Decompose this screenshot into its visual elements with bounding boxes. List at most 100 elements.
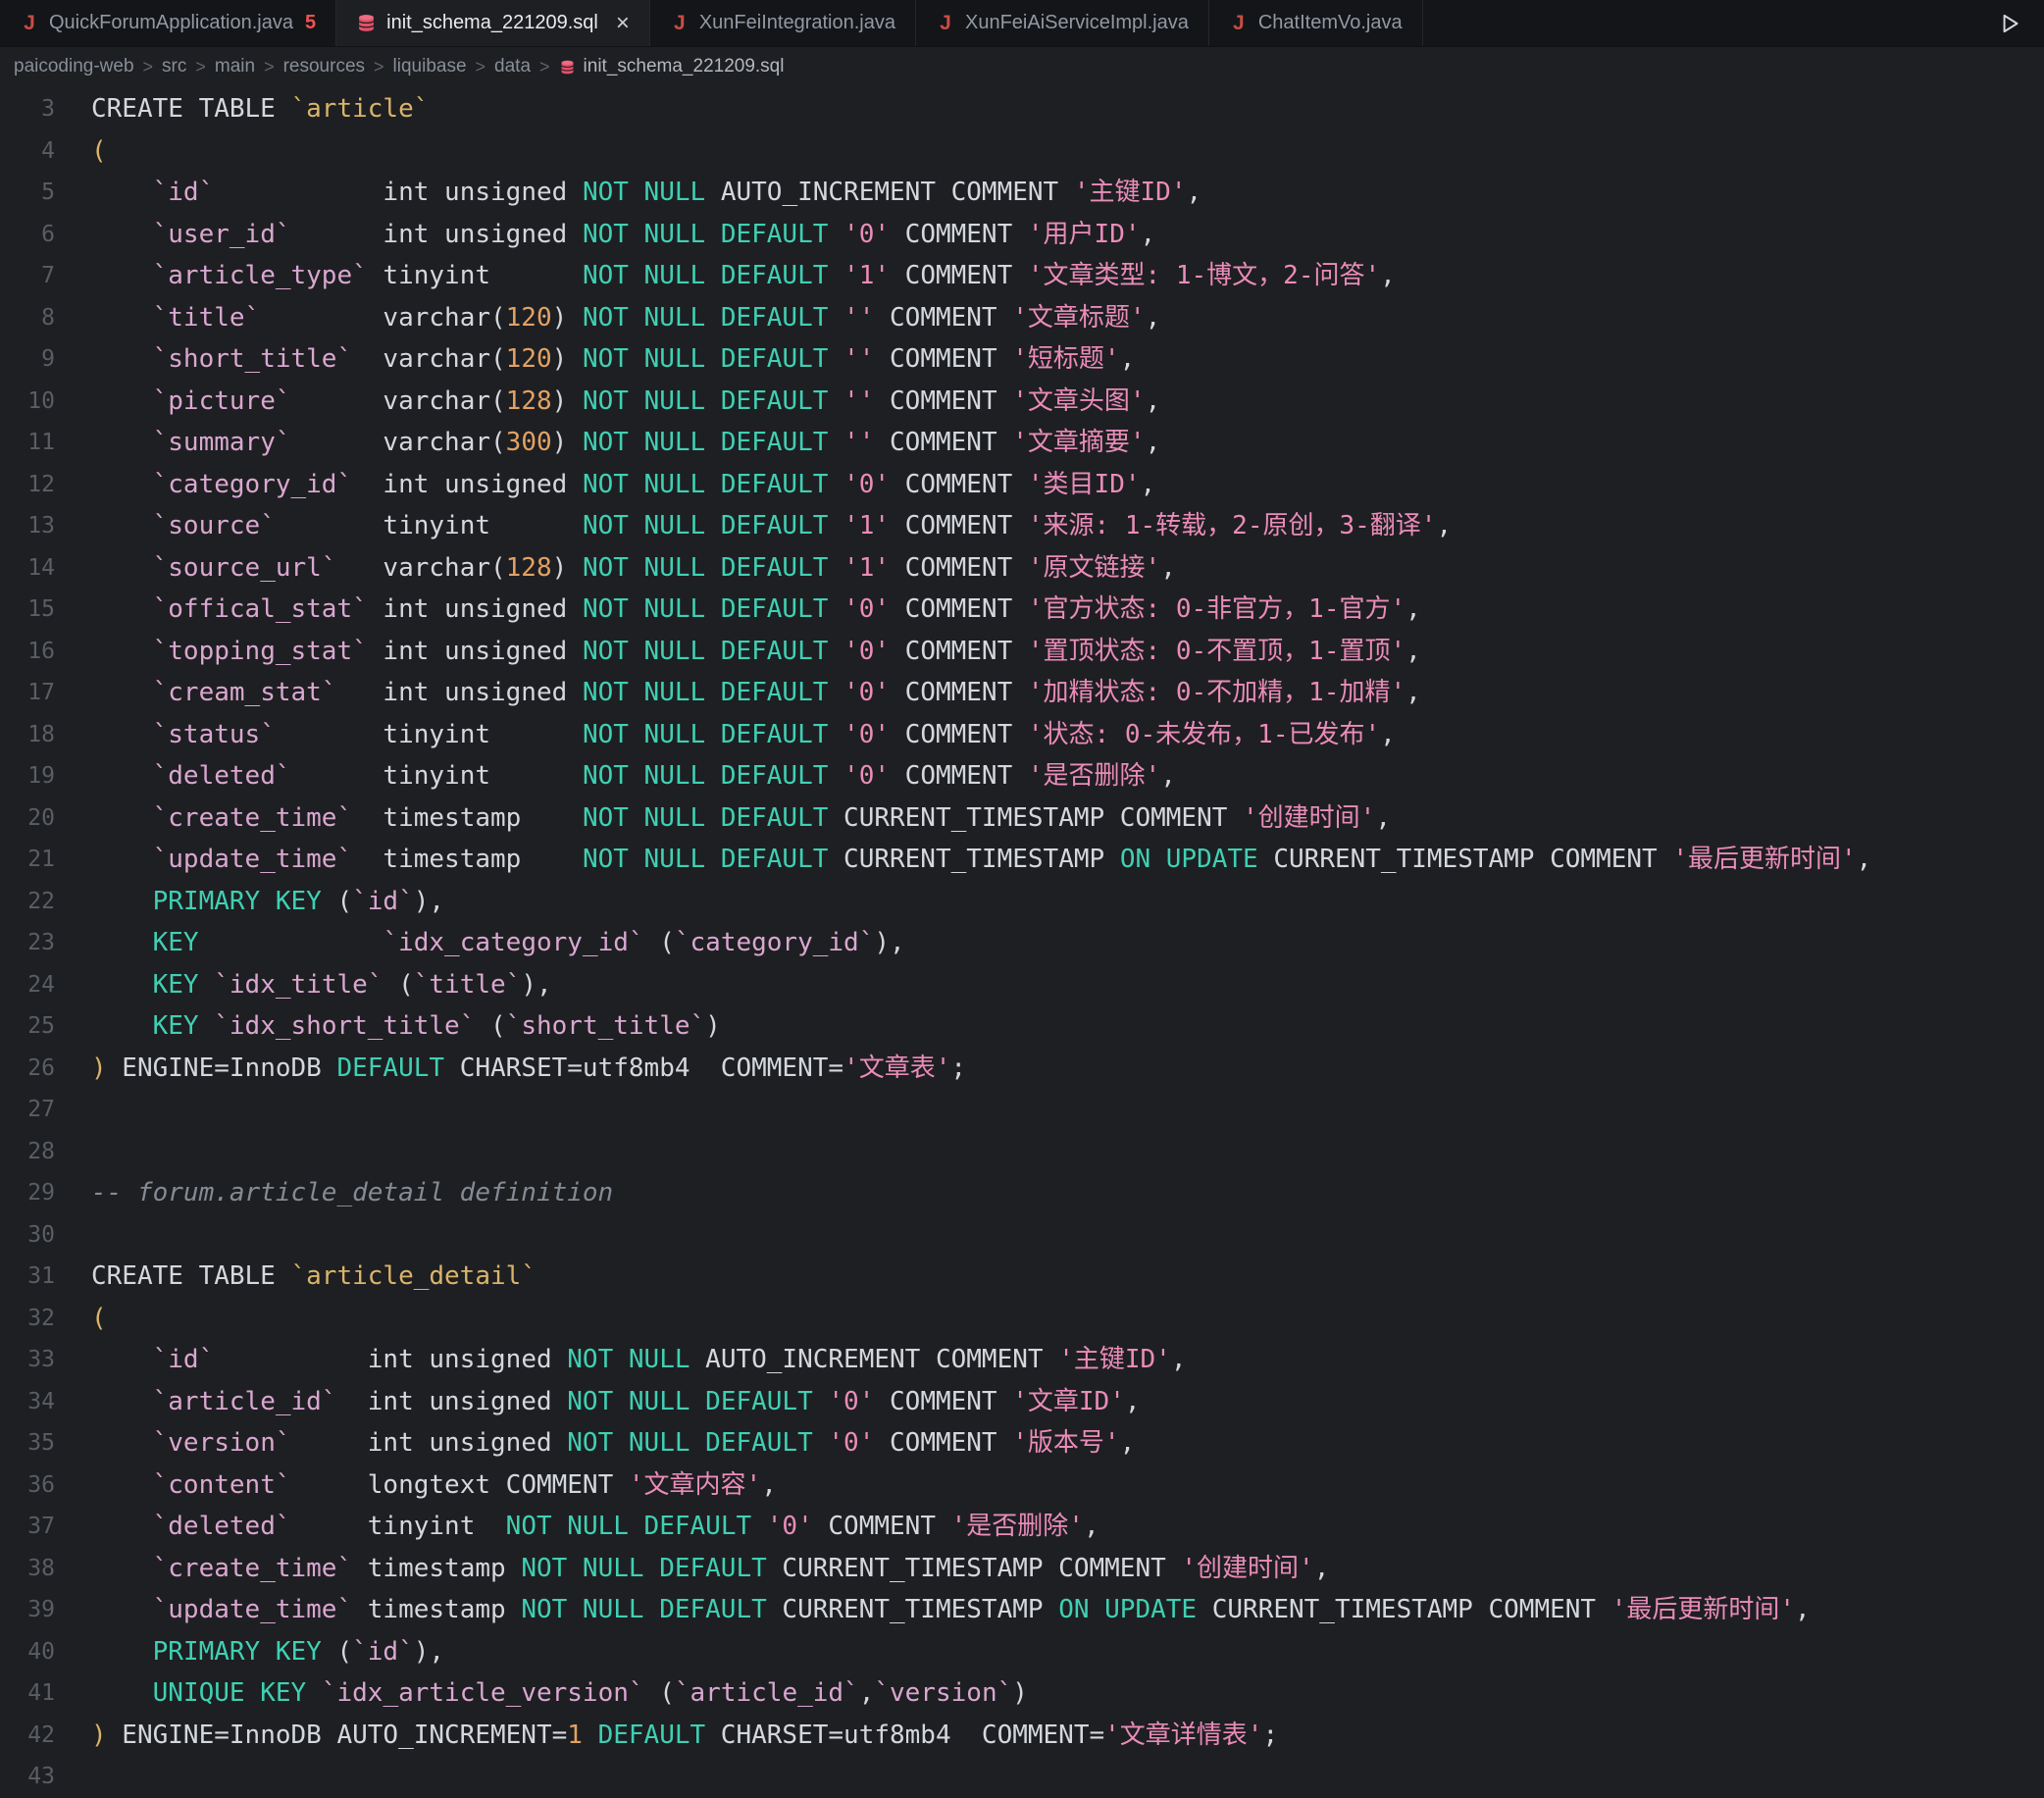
- code-token: ): [552, 428, 583, 457]
- breadcrumb-segment[interactable]: src: [162, 56, 186, 77]
- database-icon: [356, 13, 377, 33]
- code-token: CURRENT_TIMESTAMP COMMENT: [1258, 845, 1673, 874]
- code-text: `deleted` tinyint NOT NULL DEFAULT '0' C…: [91, 1506, 1099, 1548]
- code-token: [91, 178, 153, 207]
- code-token: ,: [1125, 1387, 1141, 1416]
- code-token: ,: [1146, 386, 1161, 416]
- breadcrumb-segment[interactable]: data: [494, 56, 531, 77]
- breadcrumb-separator-icon: >: [476, 57, 486, 77]
- line-number: 40: [0, 1631, 55, 1673]
- line-number: 11: [0, 422, 55, 464]
- line-number: 18: [0, 714, 55, 756]
- code-token: [91, 803, 153, 833]
- tab-init-schema-221209-sql[interactable]: init_schema_221209.sql×: [336, 0, 650, 46]
- code-token: ENGINE=InnoDB: [107, 1053, 337, 1083]
- code-token: ): [552, 553, 583, 583]
- code-token: (: [322, 1637, 352, 1667]
- line-number: 9: [0, 338, 55, 381]
- code-token: KEY: [153, 970, 199, 1000]
- code-token: `status`: [153, 720, 276, 749]
- code-token: [751, 1512, 767, 1541]
- code-token: '原文链接': [1028, 553, 1160, 583]
- code-token: ): [552, 386, 583, 416]
- code-token: '最后更新时间': [1611, 1595, 1795, 1624]
- code-token: [828, 511, 843, 540]
- code-token: NOT NULL DEFAULT: [583, 220, 828, 249]
- java-file-icon: J: [936, 12, 955, 35]
- breadcrumb-file[interactable]: init_schema_221209.sql: [584, 56, 785, 77]
- code-token: DEFAULT: [598, 1721, 706, 1750]
- code-token: '版本号': [1012, 1428, 1119, 1458]
- tab-xunfeiintegration-java[interactable]: JXunFeiIntegration.java: [650, 0, 916, 46]
- code-token: `offical_stat`: [153, 594, 368, 624]
- code-token: ,: [1141, 470, 1156, 499]
- close-icon[interactable]: ×: [616, 12, 630, 35]
- line-number: 21: [0, 839, 55, 881]
- code-token: ,: [1857, 845, 1872, 874]
- code-line: 24 KEY `idx_title` (`title`),: [0, 964, 2044, 1006]
- code-token: KEY: [153, 1011, 199, 1041]
- code-token: '1': [843, 553, 890, 583]
- code-token: int unsigned: [291, 1428, 568, 1458]
- code-token: [91, 1470, 153, 1500]
- tab-quickforumapplication-java[interactable]: JQuickForumApplication.java5: [0, 0, 336, 46]
- code-line: 35 `version` int unsigned NOT NULL DEFAU…: [0, 1422, 2044, 1464]
- code-token: ,: [1405, 678, 1421, 707]
- code-token: NOT NULL DEFAULT: [583, 511, 828, 540]
- run-icon[interactable]: [1997, 11, 2022, 36]
- code-token: tinyint: [276, 511, 583, 540]
- code-editor[interactable]: 3CREATE TABLE `article`4(5 `id` int unsi…: [0, 86, 2044, 1798]
- code-token: [583, 1721, 598, 1750]
- breadcrumb-segment[interactable]: liquibase: [393, 56, 467, 77]
- code-token: PRIMARY KEY: [153, 1637, 322, 1667]
- breadcrumb-separator-icon: >: [143, 57, 154, 77]
- code-token: NOT NULL DEFAULT: [583, 428, 828, 457]
- code-line: 25 KEY `idx_short_title` (`short_title`): [0, 1005, 2044, 1048]
- code-token: '0': [843, 678, 890, 707]
- breadcrumb-segment[interactable]: resources: [283, 56, 365, 77]
- code-line: 7 `article_type` tinyint NOT NULL DEFAUL…: [0, 255, 2044, 297]
- breadcrumb-segment[interactable]: paicoding-web: [14, 56, 134, 77]
- line-number: 29: [0, 1172, 55, 1214]
- code-line: 33 `id` int unsigned NOT NULL AUTO_INCRE…: [0, 1339, 2044, 1381]
- line-number: 39: [0, 1589, 55, 1631]
- code-token: 120: [506, 303, 552, 333]
- code-token: NOT NULL DEFAULT: [583, 303, 828, 333]
- code-token: [91, 1637, 153, 1667]
- code-token: CURRENT_TIMESTAMP COMMENT: [1197, 1595, 1611, 1624]
- code-token: (: [383, 970, 413, 1000]
- code-token: varchar(: [291, 386, 506, 416]
- line-number: 24: [0, 964, 55, 1006]
- code-token: `short_title`: [506, 1011, 706, 1041]
- code-line: 22 PRIMARY KEY (`id`),: [0, 881, 2044, 923]
- line-number: 42: [0, 1715, 55, 1757]
- code-token: ,: [1405, 637, 1421, 666]
- code-token: '类目ID': [1028, 470, 1141, 499]
- code-token: [91, 220, 153, 249]
- code-token: `idx_title`: [214, 970, 383, 1000]
- code-token: tinyint: [276, 720, 583, 749]
- code-token: ): [705, 1011, 721, 1041]
- code-token: varchar(: [291, 428, 506, 457]
- code-token: timestamp: [352, 1554, 521, 1583]
- code-token: '0': [828, 1387, 874, 1416]
- code-token: `id`: [352, 1637, 414, 1667]
- code-token: '主键ID': [1058, 1345, 1171, 1374]
- breadcrumb-segment[interactable]: main: [215, 56, 255, 77]
- code-token: COMMENT: [874, 303, 1012, 333]
- line-number: 20: [0, 797, 55, 840]
- code-token: NOT NULL: [567, 1345, 690, 1374]
- code-token: [828, 303, 843, 333]
- code-token: `deleted`: [153, 761, 291, 791]
- code-token: ,: [1146, 428, 1161, 457]
- tab-chatitemvo-java[interactable]: JChatItemVo.java: [1209, 0, 1423, 46]
- code-token: [91, 845, 153, 874]
- code-token: longtext COMMENT: [291, 1470, 629, 1500]
- tab-xunfeiaiserviceimpl-java[interactable]: JXunFeiAiServiceImpl.java: [916, 0, 1209, 46]
- code-token: ,: [1120, 1428, 1136, 1458]
- line-number: 37: [0, 1506, 55, 1548]
- code-text: `picture` varchar(128) NOT NULL DEFAULT …: [91, 381, 1160, 423]
- code-line: 30: [0, 1214, 2044, 1257]
- code-text: `category_id` int unsigned NOT NULL DEFA…: [91, 464, 1155, 506]
- code-text: `id` int unsigned NOT NULL AUTO_INCREMEN…: [91, 1339, 1186, 1381]
